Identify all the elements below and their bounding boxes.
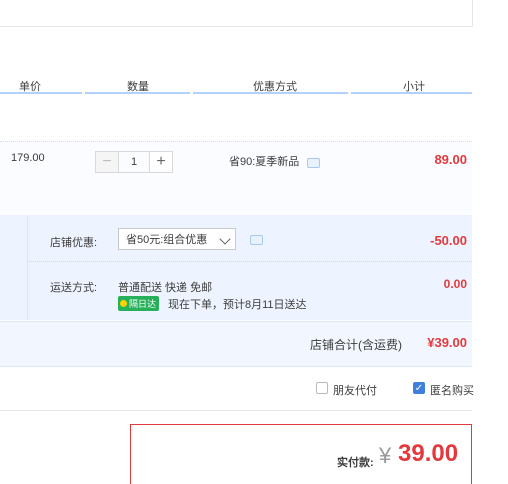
top-panel [0, 0, 473, 27]
shop-discount-select[interactable]: 省50元:组合优惠 [118, 228, 236, 250]
friend-pay-checkbox[interactable] [316, 382, 328, 394]
next-day-badge: 隔日达 [118, 296, 160, 311]
chevron-down-icon [219, 233, 231, 245]
unit-price: 179.00 [11, 152, 45, 164]
shop-discount-value: 省50元:组合优惠 [126, 234, 208, 246]
header-underline [85, 92, 190, 94]
header-underline [193, 92, 348, 94]
badge-label: 隔日达 [129, 299, 157, 309]
header-underline [351, 92, 472, 94]
divider [0, 410, 472, 411]
quantity-stepper: − 1 + [95, 151, 173, 173]
shop-total-amount: ¥39.00 [427, 335, 467, 350]
shop-discount-amount: -50.00 [430, 233, 467, 248]
shipping-method: 普通配送 快递 免邮 [118, 282, 213, 294]
shop-total-label: 店铺合计(含运费) [310, 338, 402, 352]
payment-amount: 39.00 [398, 440, 459, 467]
divider [27, 215, 28, 320]
currency-symbol: ¥ [379, 443, 392, 468]
friend-pay-label[interactable]: 朋友代付 [333, 382, 377, 398]
shipping-amount: 0.00 [443, 277, 467, 291]
header-underline [0, 92, 82, 94]
delivery-note: 现在下单，预计8月11日送达 [168, 299, 307, 311]
payment-label: 实付款: [337, 457, 374, 469]
quantity-input[interactable]: 1 [119, 151, 149, 173]
shipping-label: 运送方式: [50, 282, 98, 294]
divider [27, 261, 472, 263]
increase-button[interactable]: + [149, 151, 173, 173]
chat-icon[interactable] [250, 235, 263, 245]
anonymous-checkbox[interactable]: ✓ [413, 382, 425, 394]
item-promo: 省90:夏季新品 [229, 156, 300, 168]
chat-icon[interactable] [307, 158, 320, 168]
shop-discount-label: 店铺优惠: [50, 237, 98, 249]
anonymous-label[interactable]: 匿名购买 [430, 382, 474, 398]
item-subtotal: 89.00 [434, 152, 467, 167]
decrease-button[interactable]: − [95, 151, 119, 173]
clock-icon [120, 300, 127, 307]
